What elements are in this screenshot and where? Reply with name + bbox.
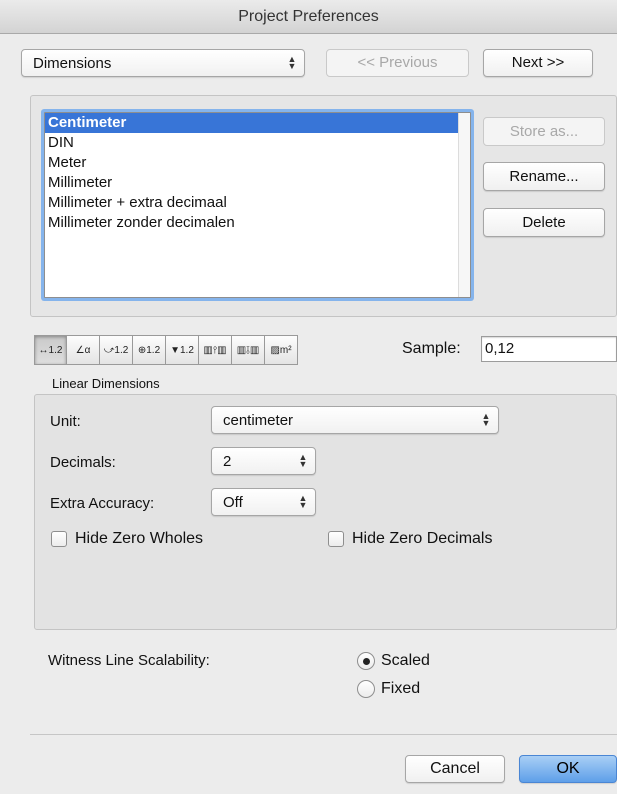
dimension-type-tabs: ↔1.2 ∠α ⤻1.2 ⊕1.2 ▼1.2 ▥⫯▥ ▥⫱▥ ▨m² (34, 335, 298, 365)
fixed-radio-label[interactable]: Fixed (381, 680, 420, 698)
previous-button[interactable]: << Previous (326, 49, 469, 77)
hide-zero-decimals-label[interactable]: Hide Zero Decimals (352, 530, 492, 548)
up-down-arrows-icon: ▲ ▼ (298, 493, 308, 510)
fixed-radio[interactable] (357, 680, 375, 698)
radio-selected-dot (362, 657, 370, 665)
door-window-dimension-icon[interactable]: ▥⫯▥ (199, 335, 232, 365)
window-title: Project Preferences (238, 8, 379, 25)
area-calculation-icon[interactable]: ▨m² (265, 335, 298, 365)
scaled-radio[interactable] (357, 652, 375, 670)
linear-dimension-icon[interactable]: ↔1.2 (34, 335, 67, 365)
store-as-button[interactable]: Store as... (483, 117, 605, 146)
scaled-radio-label[interactable]: Scaled (381, 652, 430, 670)
linear-dimensions-title: Linear Dimensions (52, 376, 160, 391)
elevation-dimension-icon[interactable]: ▼1.2 (166, 335, 199, 365)
extra-accuracy-popup-value: Off (223, 493, 243, 511)
list-item[interactable]: Millimeter (45, 173, 470, 193)
standards-list[interactable]: Centimeter DIN Meter Millimeter Millimeter +… (44, 112, 471, 298)
radial-dimension-icon[interactable]: ⤻1.2 (100, 335, 133, 365)
angular-dimension-icon[interactable]: ∠α (67, 335, 100, 365)
decimals-popup[interactable]: 2 ▲ ▼ (211, 447, 316, 475)
extra-accuracy-popup[interactable]: Off ▲ ▼ (211, 488, 316, 516)
next-button[interactable]: Next >> (483, 49, 593, 77)
list-item[interactable]: Millimeter + extra decimaal (45, 193, 470, 213)
unit-popup[interactable]: centimeter ▲ ▼ (211, 406, 499, 434)
category-popup-value: Dimensions (33, 54, 112, 72)
rename-button[interactable]: Rename... (483, 162, 605, 191)
sill-height-dimension-icon[interactable]: ▥⫱▥ (232, 335, 265, 365)
extra-accuracy-label: Extra Accuracy: (50, 495, 155, 512)
up-down-arrows-icon: ▲ ▼ (298, 452, 308, 469)
up-down-arrows-icon: ▲ ▼ (287, 54, 297, 71)
standards-list-items: Centimeter DIN Meter Millimeter Millimeter +… (45, 113, 470, 233)
list-item[interactable]: Centimeter (45, 113, 470, 133)
unit-label: Unit: (50, 413, 81, 430)
list-scrollbar[interactable] (458, 113, 470, 297)
hide-zero-wholes-checkbox[interactable] (51, 531, 67, 547)
sample-field[interactable]: 0,12 (481, 336, 617, 362)
decimals-popup-value: 2 (223, 452, 232, 470)
unit-popup-value: centimeter (223, 411, 294, 429)
category-popup[interactable]: Dimensions ▲ ▼ (21, 49, 305, 77)
up-down-arrows-icon: ▲ ▼ (481, 411, 491, 428)
sample-label: Sample: (402, 340, 461, 357)
level-dimension-icon[interactable]: ⊕1.2 (133, 335, 166, 365)
decimals-label: Decimals: (50, 454, 116, 471)
ok-button[interactable]: OK (519, 755, 617, 783)
list-item[interactable]: Millimeter zonder decimalen (45, 213, 470, 233)
witness-line-label: Witness Line Scalability: (48, 652, 210, 669)
cancel-button[interactable]: Cancel (405, 755, 505, 783)
list-item[interactable]: DIN (45, 133, 470, 153)
delete-button[interactable]: Delete (483, 208, 605, 237)
hide-zero-wholes-label[interactable]: Hide Zero Wholes (75, 530, 203, 548)
hide-zero-decimals-checkbox[interactable] (328, 531, 344, 547)
footer-divider (30, 734, 617, 735)
list-item[interactable]: Meter (45, 153, 470, 173)
window-title-bar: Project Preferences (0, 0, 617, 34)
